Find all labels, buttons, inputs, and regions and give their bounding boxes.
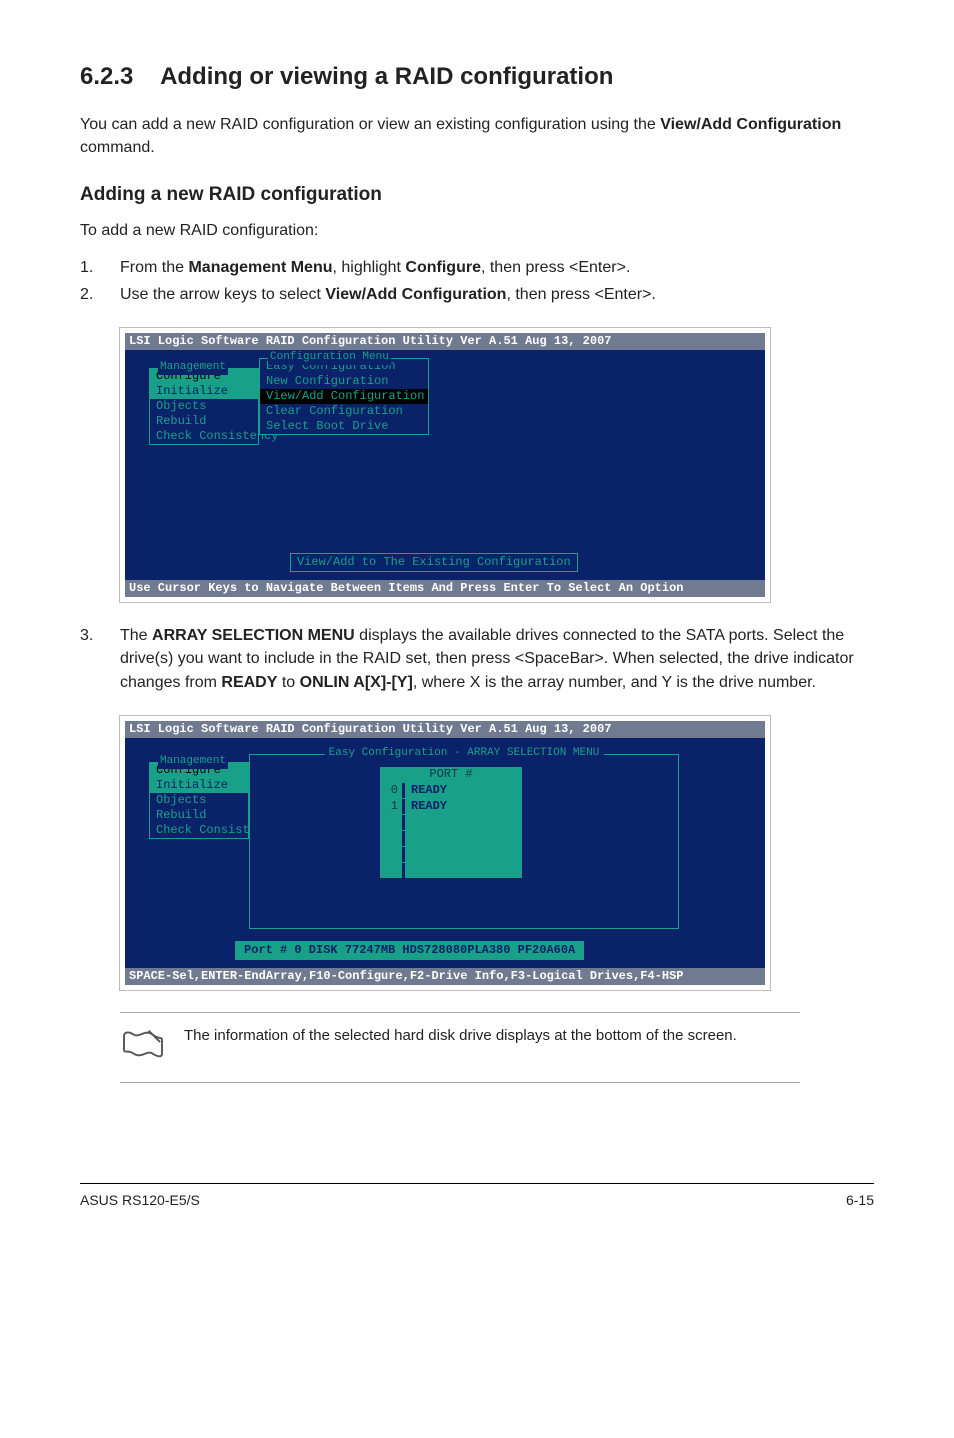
- mgmt2-item-check: Check Consist: [150, 823, 248, 838]
- port-row-empty-2: [380, 830, 522, 846]
- section-number: 6.2.3: [80, 63, 133, 90]
- step-3-text: The ARRAY SELECTION MENU displays the av…: [120, 624, 874, 694]
- footer-right: 6-15: [846, 1190, 874, 1210]
- steps-1-2: 1. From the Management Menu, highlight C…: [80, 256, 874, 306]
- port-0-num: 0: [380, 783, 402, 798]
- configuration-menu-label: Configuration Menu: [268, 351, 391, 365]
- term1-footer: Use Cursor Keys to Navigate Between Item…: [125, 580, 765, 597]
- steps-3: 3. The ARRAY SELECTION MENU displays the…: [80, 624, 874, 694]
- note-text: The information of the selected hard dis…: [184, 1025, 792, 1047]
- cfg-item-new: New Configuration: [260, 374, 428, 389]
- note-block: The information of the selected hard dis…: [120, 1012, 800, 1083]
- terminal-screenshot-1: LSI Logic Software RAID Configuration Ut…: [120, 328, 770, 602]
- port-header: PORT #: [380, 767, 522, 782]
- configuration-menu: Configuration Menu Easy Configuration Ne…: [259, 358, 429, 435]
- mgmt-item-rebuild: Rebuild: [150, 414, 258, 429]
- port-1-num: 1: [380, 799, 402, 814]
- term1-title: LSI Logic Software RAID Configuration Ut…: [125, 333, 765, 350]
- sub-intro: To add a new RAID configuration:: [80, 219, 874, 242]
- cfg-item-viewadd: View/Add Configuration: [260, 389, 428, 404]
- port-row-empty-4: [380, 862, 522, 878]
- terminal-screenshot-2: LSI Logic Software RAID Configuration Ut…: [120, 716, 770, 990]
- port-row-1: 1 READY: [380, 798, 522, 814]
- mgmt-item-check: Check Consistency: [150, 429, 258, 444]
- step-1-text: From the Management Menu, highlight Conf…: [120, 256, 874, 279]
- port-row-empty-1: [380, 814, 522, 830]
- management-menu-2: Management Configure Initialize Objects …: [149, 762, 249, 839]
- intro-pre: You can add a new RAID configuration or …: [80, 116, 660, 133]
- port-row-0: 0 READY: [380, 782, 522, 798]
- step-1: 1. From the Management Menu, highlight C…: [80, 256, 874, 279]
- mgmt-item-initialize: Initialize: [150, 384, 258, 399]
- mgmt2-item-initialize: Initialize: [150, 778, 248, 793]
- intro-post: command.: [80, 139, 155, 156]
- subheading: Adding a new RAID configuration: [80, 181, 874, 209]
- term2-title: LSI Logic Software RAID Configuration Ut…: [125, 721, 765, 738]
- footer-left: ASUS RS120-E5/S: [80, 1190, 200, 1210]
- port-row-empty-3: [380, 846, 522, 862]
- step-3-num: 3.: [80, 624, 120, 694]
- mgmt2-item-rebuild: Rebuild: [150, 808, 248, 823]
- mgmt2-item-objects: Objects: [150, 793, 248, 808]
- cfg-item-boot: Select Boot Drive: [260, 419, 428, 434]
- management-menu-2-label: Management: [158, 755, 228, 769]
- port-table: PORT # 0 READY 1 READY: [380, 767, 522, 878]
- step-2: 2. Use the arrow keys to select View/Add…: [80, 283, 874, 306]
- step-2-num: 2.: [80, 283, 120, 306]
- port-0-val: READY: [402, 783, 522, 798]
- section-heading: 6.2.3 Adding or viewing a RAID configura…: [80, 60, 874, 95]
- section-title-text: Adding or viewing a RAID configuration: [160, 63, 613, 90]
- cfg-item-clear: Clear Configuration: [260, 404, 428, 419]
- term1-hint: View/Add to The Existing Configuration: [290, 553, 578, 572]
- page-footer: ASUS RS120-E5/S 6-15: [80, 1183, 874, 1210]
- management-menu-label: Management: [158, 361, 228, 375]
- array-selection-frame: Easy Configuration - ARRAY SELECTION MEN…: [249, 754, 679, 929]
- port-1-val: READY: [402, 799, 522, 814]
- array-selection-label: Easy Configuration - ARRAY SELECTION MEN…: [325, 747, 604, 761]
- section-intro: You can add a new RAID configuration or …: [80, 113, 874, 159]
- step-3: 3. The ARRAY SELECTION MENU displays the…: [80, 624, 874, 694]
- term2-status: Port # 0 DISK 77247MB HDS728080PLA380 PF…: [235, 941, 584, 960]
- management-menu: Management Configure Initialize Objects …: [149, 368, 259, 445]
- term2-footer: SPACE-Sel,ENTER-EndArray,F10-Configure,F…: [125, 968, 765, 985]
- intro-bold: View/Add Configuration: [660, 116, 841, 133]
- step-1-num: 1.: [80, 256, 120, 279]
- mgmt-item-objects: Objects: [150, 399, 258, 414]
- note-icon: [120, 1025, 166, 1070]
- step-2-text: Use the arrow keys to select View/Add Co…: [120, 283, 874, 306]
